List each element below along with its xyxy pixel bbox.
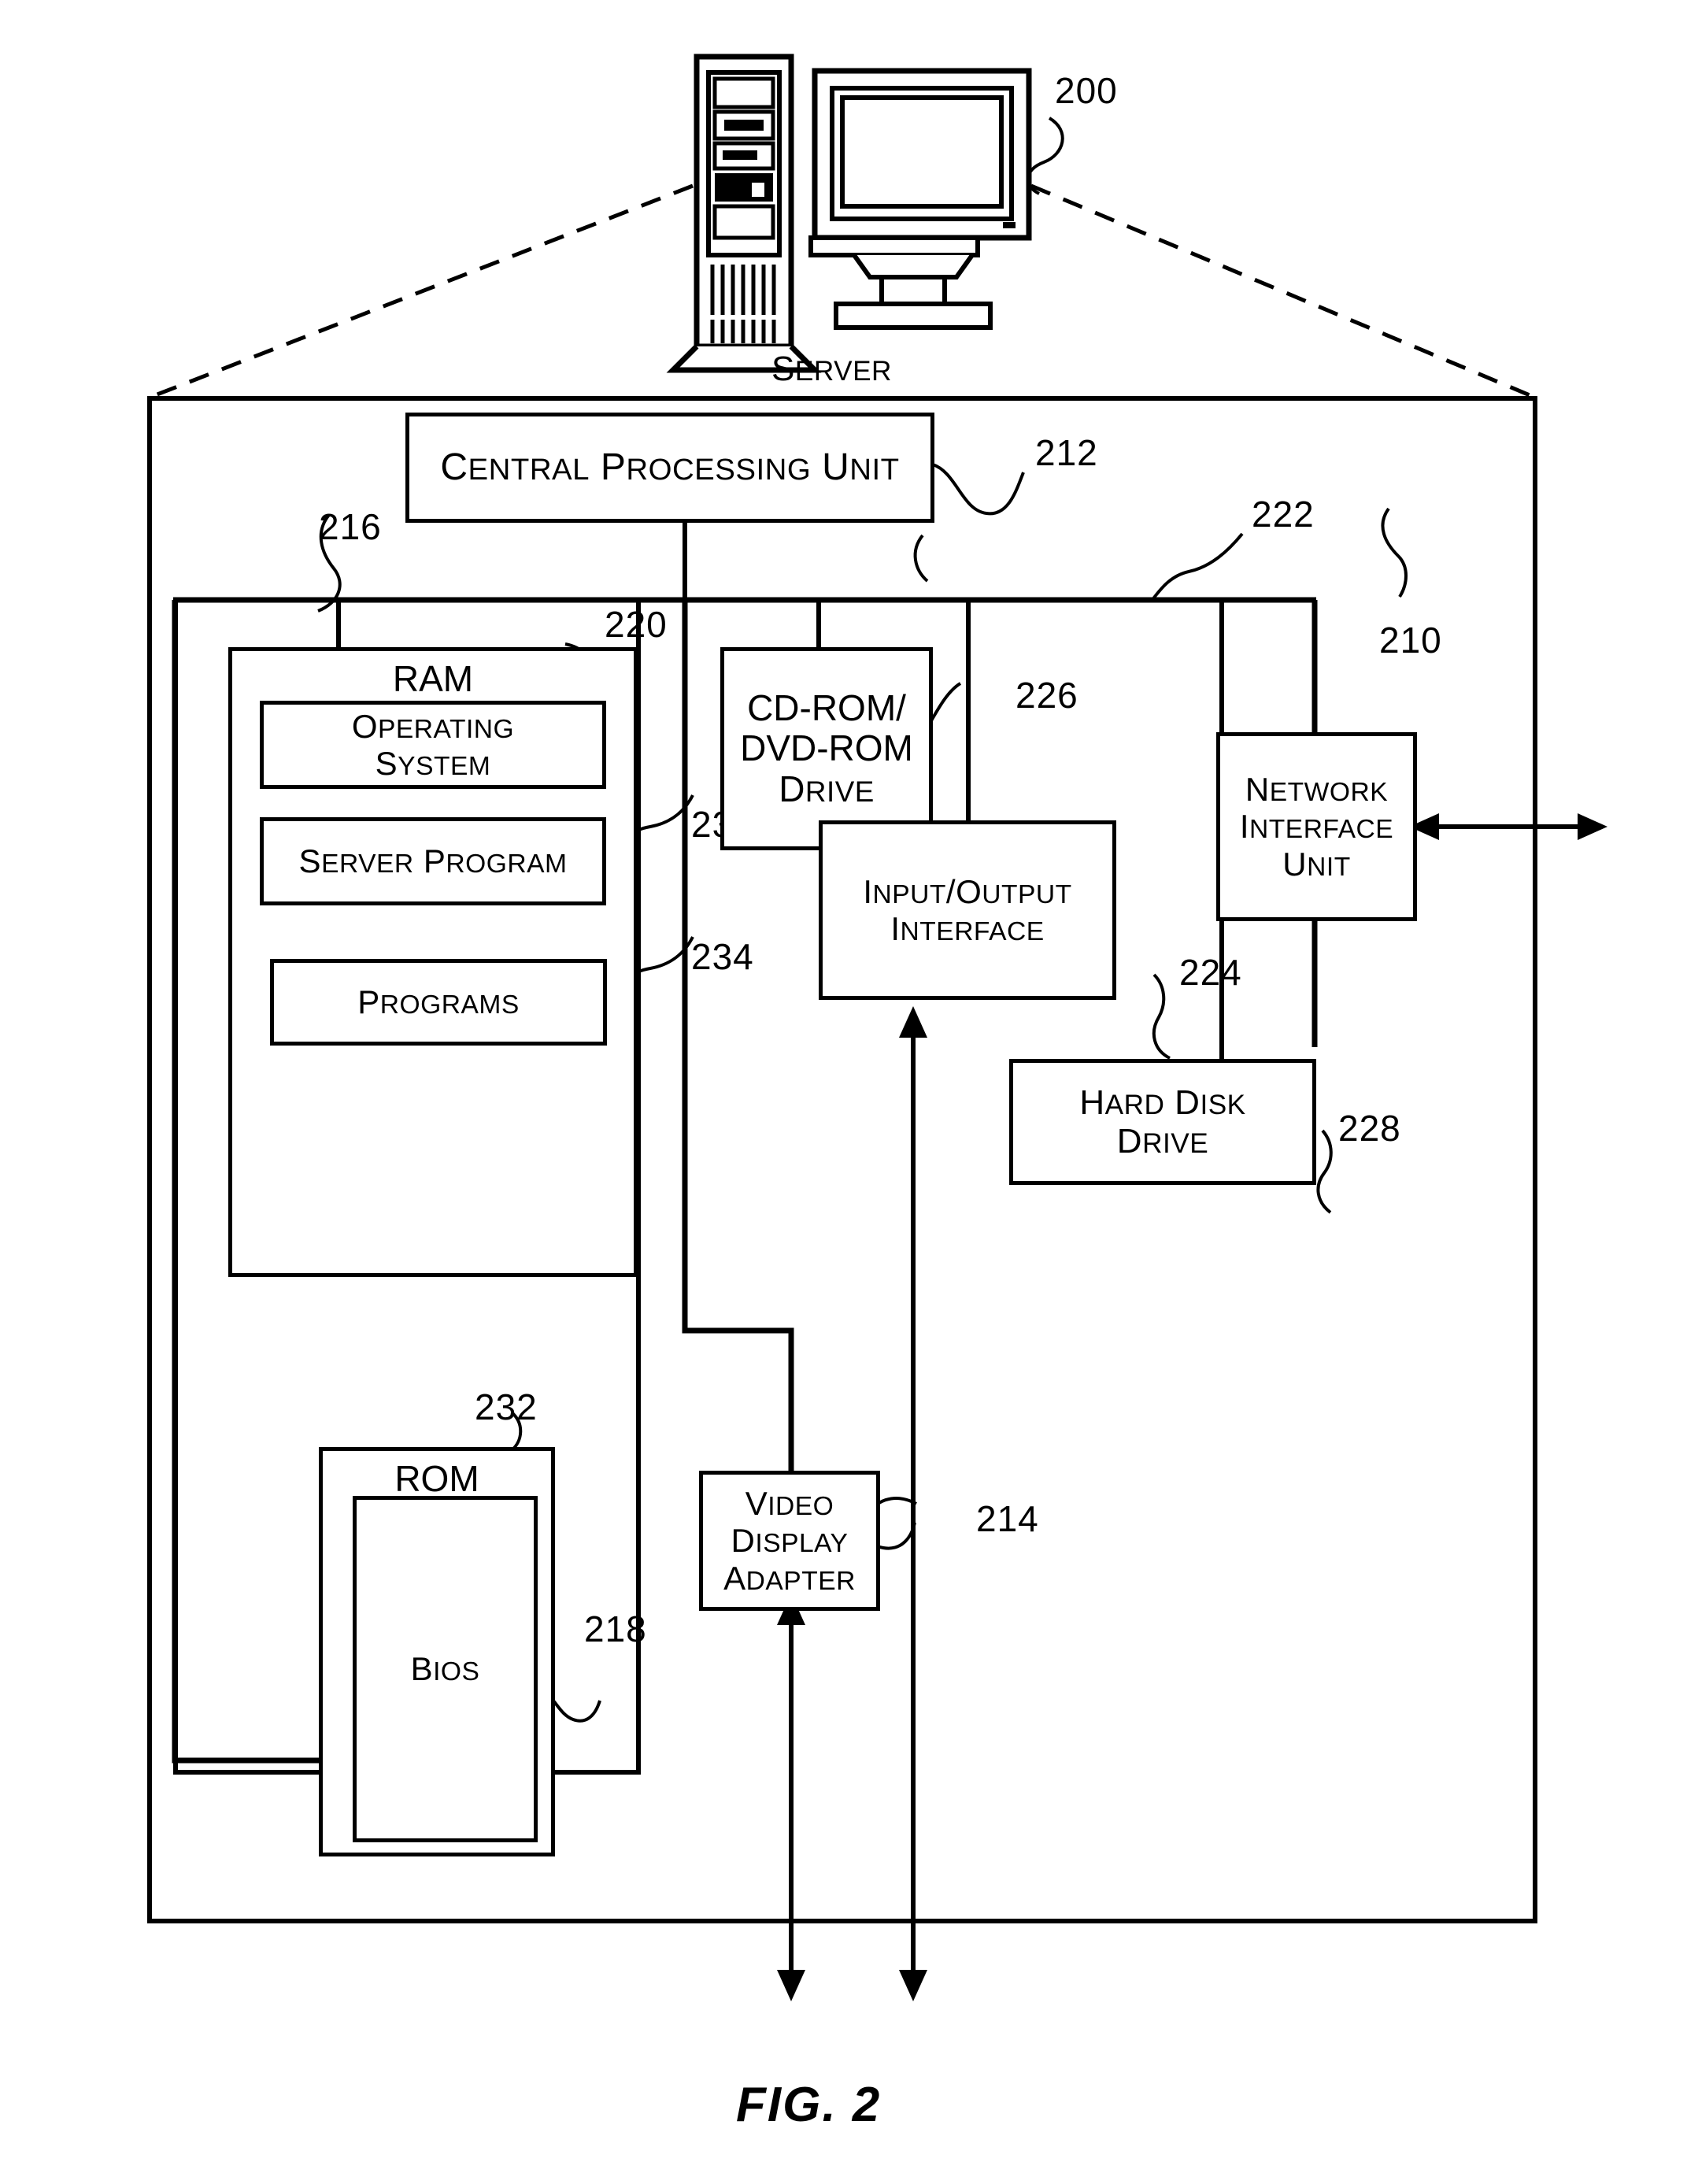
server-label: SERVER	[771, 350, 892, 388]
block-network-interface-unit[interactable]: NETWORK INTERFACE UNIT NETWORK INTERFACE…	[1216, 732, 1417, 921]
block-operating-system[interactable]: OPERATING SYSTEM OPERATING SYSTEM	[260, 701, 606, 789]
reference-numeral-226: 226	[1016, 675, 1078, 716]
block-hard-disk-drive[interactable]: HARD DISK DRIVE HARD DISK DRIVE	[1009, 1059, 1316, 1185]
server-tower-icon	[666, 54, 822, 373]
block-video-display-adapter[interactable]: VIDEO DISPLAY ADAPTER VIDEO DISPLAY ADAP…	[699, 1471, 880, 1611]
block-input-output-interface[interactable]: INPUT/OUTPUT INTERFACE INPUT/OUTPUT INTE…	[819, 820, 1116, 1000]
reference-numeral-214: 214	[976, 1498, 1039, 1539]
reference-numeral-234: 234	[691, 936, 754, 977]
patent-figure-page: 200 212 222 216 220 210 226 230 234 224 …	[0, 0, 1687, 2184]
block-bios[interactable]: BIOS BIOS	[353, 1496, 538, 1842]
reference-numeral-212: 212	[1035, 432, 1098, 473]
figure-caption: FIG. 2	[736, 2078, 882, 2132]
vda-input-arrow	[777, 1594, 805, 2001]
io-input-arrow	[899, 1006, 927, 2001]
reference-numeral-200: 200	[1055, 70, 1118, 111]
reference-numeral-210: 210	[1379, 620, 1442, 661]
block-programs[interactable]: PROGRAMS PROGRAMS	[270, 959, 607, 1046]
network-io-arrow	[1409, 813, 1607, 840]
reference-numeral-228: 228	[1338, 1108, 1401, 1149]
reference-numeral-216: 216	[319, 506, 382, 547]
reference-numeral-224: 224	[1179, 952, 1242, 993]
block-central-processing-unit[interactable]: CENTRAL PROCESSING UNIT CENTRAL PROCESSI…	[405, 413, 934, 523]
reference-numeral-222: 222	[1252, 494, 1315, 535]
crt-monitor-icon	[808, 68, 1032, 330]
block-server-program[interactable]: SERVER PROGRAM SERVER PROGRAM	[260, 817, 606, 905]
